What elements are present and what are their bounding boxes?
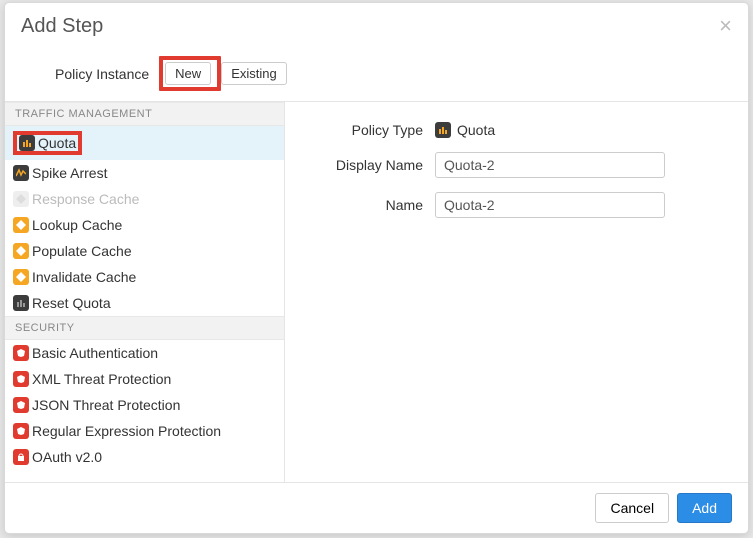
policy-lookup-cache[interactable]: Lookup Cache (5, 212, 284, 238)
policy-label: Response Cache (32, 191, 139, 207)
policy-instance-row: Policy Instance New Existing (5, 46, 748, 101)
policy-basic-auth[interactable]: Basic Authentication (5, 340, 284, 366)
modal-body: TRAFFIC MANAGEMENT Quota Spike Arrest (5, 101, 748, 483)
policy-list[interactable]: TRAFFIC MANAGEMENT Quota Spike Arrest (5, 102, 285, 482)
policy-label: XML Threat Protection (32, 371, 171, 387)
cache-icon (13, 191, 29, 207)
policy-label: Lookup Cache (32, 217, 122, 233)
policy-populate-cache[interactable]: Populate Cache (5, 238, 284, 264)
display-name-label: Display Name (315, 157, 435, 173)
policy-xml-threat[interactable]: XML Threat Protection (5, 366, 284, 392)
modal-title: Add Step (21, 15, 103, 38)
highlight-new: New (159, 56, 221, 91)
cache-icon (13, 243, 29, 259)
policy-instance-label: Policy Instance (55, 66, 149, 82)
policy-response-cache: Response Cache (5, 186, 284, 212)
policy-regex[interactable]: Regular Expression Protection (5, 418, 284, 444)
group-security: SECURITY (5, 316, 284, 340)
shield-icon (13, 397, 29, 413)
cancel-button[interactable]: Cancel (595, 493, 669, 523)
modal-header: Add Step × (5, 3, 748, 46)
modal-footer: Cancel Add (5, 483, 748, 533)
name-label: Name (315, 197, 435, 213)
policy-type-value: Quota (435, 122, 495, 138)
policy-label: Spike Arrest (32, 165, 107, 181)
spike-icon (13, 165, 29, 181)
policy-label: Regular Expression Protection (32, 423, 221, 439)
policy-reset-quota[interactable]: Reset Quota (5, 290, 284, 316)
policy-quota[interactable]: Quota (5, 126, 284, 160)
name-row: Name (315, 192, 718, 218)
policy-json-threat[interactable]: JSON Threat Protection (5, 392, 284, 418)
reset-icon (13, 295, 29, 311)
lock-icon (13, 449, 29, 465)
policy-label: Quota (38, 135, 76, 151)
policy-label: Invalidate Cache (32, 269, 136, 285)
display-name-row: Display Name (315, 152, 718, 178)
policy-oauth[interactable]: OAuth v2.0 (5, 444, 284, 470)
shield-icon (13, 423, 29, 439)
close-icon[interactable]: × (719, 15, 732, 37)
cache-icon (13, 217, 29, 233)
policy-label: Basic Authentication (32, 345, 158, 361)
policy-invalidate-cache[interactable]: Invalidate Cache (5, 264, 284, 290)
quota-icon (435, 122, 451, 138)
shield-icon (13, 345, 29, 361)
policy-label: JSON Threat Protection (32, 397, 180, 413)
policy-label: Populate Cache (32, 243, 132, 259)
cache-icon (13, 269, 29, 285)
group-traffic: TRAFFIC MANAGEMENT (5, 102, 284, 126)
form-pane: Policy Type Quota Display Name Name (285, 102, 748, 482)
policy-type-row: Policy Type Quota (315, 122, 718, 138)
policy-label: OAuth v2.0 (32, 449, 102, 465)
existing-button[interactable]: Existing (221, 62, 287, 85)
policy-type-text: Quota (457, 122, 495, 138)
policy-spike-arrest[interactable]: Spike Arrest (5, 160, 284, 186)
shield-icon (13, 371, 29, 387)
policy-type-label: Policy Type (315, 122, 435, 138)
name-input[interactable] (435, 192, 665, 218)
add-step-modal: Add Step × Policy Instance New Existing … (4, 2, 749, 534)
display-name-input[interactable] (435, 152, 665, 178)
policy-label: Reset Quota (32, 295, 111, 311)
quota-icon (19, 135, 35, 151)
new-button[interactable]: New (165, 62, 211, 85)
add-button[interactable]: Add (677, 493, 732, 523)
